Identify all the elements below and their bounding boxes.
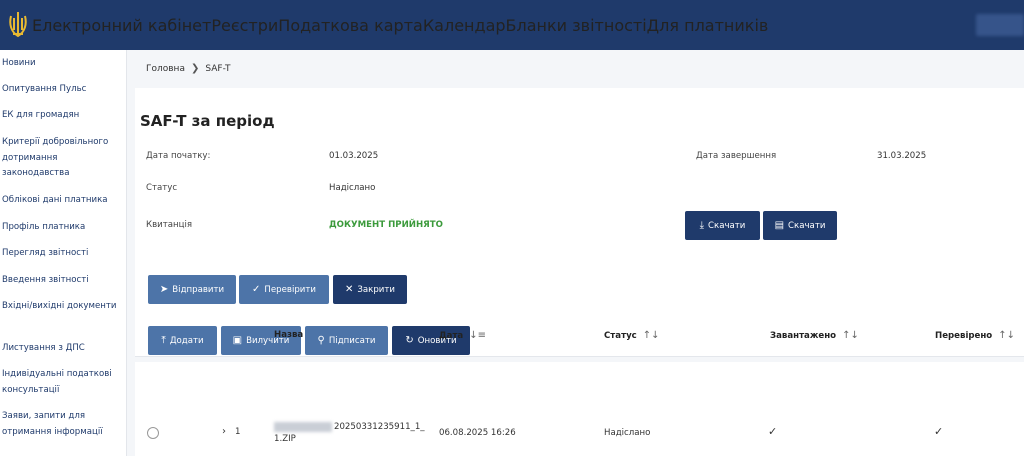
receipt-label: Квитанція bbox=[146, 220, 193, 230]
sidebar-item-correspondence[interactable]: Листування з ДПС bbox=[2, 341, 122, 357]
sort-desc-icon[interactable]: ↓≡ bbox=[469, 330, 486, 341]
sidebar-item-view-reports[interactable]: Перегляд звітності bbox=[2, 246, 122, 262]
nav-registries[interactable]: Реєстри bbox=[211, 16, 278, 35]
key-icon: ⚲ bbox=[317, 334, 325, 346]
user-menu[interactable] bbox=[976, 14, 1024, 36]
uploaded-check-icon: ✓ bbox=[768, 425, 778, 438]
sidebar-item-compliance-criteria[interactable]: Критерії добровільного дотримання законо… bbox=[2, 135, 122, 182]
sidebar-item-tax-consultations[interactable]: Індивідуальні податкові консультації bbox=[2, 367, 122, 398]
add-button[interactable]: ⤒ Додати bbox=[148, 326, 217, 355]
column-header-checked[interactable]: Перевірено ↑↓ bbox=[935, 330, 1015, 341]
files-table bbox=[135, 362, 1024, 456]
column-header-uploaded[interactable]: Завантажено ↑↓ bbox=[770, 330, 859, 341]
nav-calendar[interactable]: Календар bbox=[423, 16, 506, 35]
top-navigation-bar: Електронний кабінет Реєстри Податкова ка… bbox=[0, 0, 1024, 50]
document-icon: ▤ bbox=[774, 219, 785, 231]
start-date-label: Дата початку: bbox=[146, 151, 211, 161]
nav-tax-map[interactable]: Податкова карта bbox=[278, 16, 423, 35]
page-title: SAF-T за період bbox=[140, 112, 275, 130]
checked-check-icon: ✓ bbox=[934, 425, 944, 438]
sidebar-item-enter-reports[interactable]: Введення звітності bbox=[2, 273, 122, 289]
sign-label: Підписати bbox=[328, 335, 376, 346]
sidebar-item-citizens-cabinet[interactable]: ЕК для громадян bbox=[2, 108, 122, 124]
nav-report-forms[interactable]: Бланки звітності bbox=[506, 16, 647, 35]
send-icon: ➤ bbox=[159, 283, 169, 295]
sort-icon[interactable]: ↑↓ bbox=[998, 330, 1015, 341]
download-label-2: Скачати bbox=[788, 220, 826, 231]
sidebar-item-payer-profile[interactable]: Профіль платника bbox=[2, 220, 122, 236]
download-label-1: Скачати bbox=[708, 220, 746, 231]
close-icon: ✕ bbox=[345, 283, 354, 295]
start-date-value: 01.03.2025 bbox=[329, 151, 379, 161]
expand-row-chevron-icon[interactable]: › bbox=[222, 426, 226, 437]
sidebar-item-pulse-survey[interactable]: Опитування Пульс bbox=[2, 82, 122, 98]
download-icon: ⤓ bbox=[699, 219, 704, 231]
nav-for-payers[interactable]: Для платників bbox=[647, 16, 769, 35]
redacted-name-prefix bbox=[274, 421, 332, 432]
sidebar-item-news[interactable]: Новини bbox=[2, 56, 122, 72]
row-index: 1 bbox=[235, 427, 241, 437]
close-label: Закрити bbox=[357, 284, 395, 295]
breadcrumb-home[interactable]: Головна bbox=[146, 64, 185, 74]
row-file-name[interactable]: 20250331235911_1_ 1.ZIP bbox=[274, 421, 425, 445]
sidebar-item-documents[interactable]: Вхідні/вихідні документи bbox=[2, 299, 122, 315]
sidebar-item-requests[interactable]: Заяви, запити для отримання інформації bbox=[2, 409, 122, 440]
main-content: Головна ❯ SAF-T SAF-T за період Дата поч… bbox=[127, 50, 1024, 456]
check-label: Перевірити bbox=[264, 284, 316, 295]
upload-icon: ⤒ bbox=[161, 334, 166, 346]
breadcrumb-current: SAF-T bbox=[205, 63, 231, 74]
trident-logo-icon[interactable] bbox=[4, 7, 32, 43]
status-value: Надіслано bbox=[329, 183, 376, 193]
row-date: 06.08.2025 16:26 bbox=[439, 428, 516, 438]
column-header-status[interactable]: Статус ↑↓ bbox=[604, 330, 660, 341]
check-button[interactable]: ✓ Перевірити bbox=[239, 275, 329, 304]
column-header-date[interactable]: Дата ↓≡ bbox=[439, 330, 486, 341]
sidebar: Новини Опитування Пульс ЕК для громадян … bbox=[0, 50, 127, 456]
end-date-label: Дата завершення bbox=[696, 151, 777, 161]
status-label: Статус bbox=[146, 183, 178, 193]
download-button-2[interactable]: ▤ Скачати bbox=[763, 211, 837, 240]
table-header-divider bbox=[135, 356, 1024, 357]
sort-icon[interactable]: ↑↓ bbox=[643, 330, 660, 341]
sign-button[interactable]: ⚲ Підписати bbox=[305, 326, 388, 355]
column-header-name[interactable]: Назва bbox=[274, 330, 303, 340]
nav-electronic-cabinet[interactable]: Електронний кабінет bbox=[32, 16, 211, 35]
trash-icon: ▣ bbox=[232, 334, 243, 346]
receipt-status: ДОКУМЕНТ ПРИЙНЯТО bbox=[329, 220, 443, 230]
add-label: Додати bbox=[169, 335, 204, 346]
check-icon: ✓ bbox=[252, 283, 261, 295]
send-label: Відправити bbox=[172, 284, 225, 295]
sidebar-item-payer-account-data[interactable]: Облікові дані платника bbox=[2, 193, 122, 209]
breadcrumb: Головна ❯ SAF-T bbox=[146, 63, 231, 74]
row-status: Надіслано bbox=[604, 428, 651, 438]
send-button[interactable]: ➤ Відправити bbox=[148, 275, 236, 304]
refresh-icon: ↻ bbox=[405, 334, 414, 346]
sort-icon[interactable]: ↑↓ bbox=[842, 330, 859, 341]
download-button-1[interactable]: ⤓ Скачати bbox=[685, 211, 760, 240]
breadcrumb-chevron-icon: ❯ bbox=[190, 63, 200, 74]
end-date-value: 31.03.2025 bbox=[877, 151, 927, 161]
row-select-radio[interactable] bbox=[147, 427, 159, 439]
close-button[interactable]: ✕ Закрити bbox=[333, 275, 407, 304]
